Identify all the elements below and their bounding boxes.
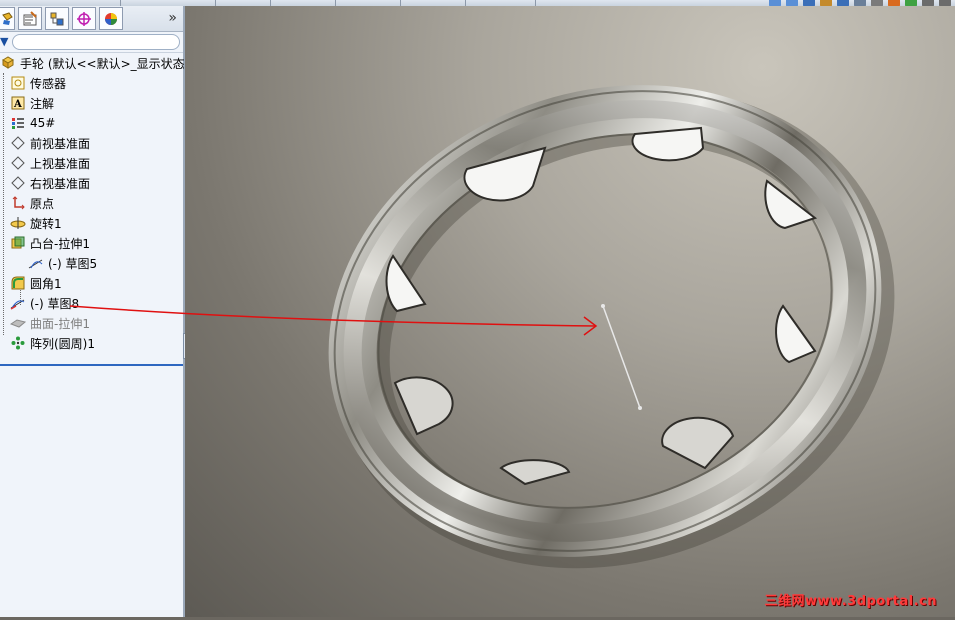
annotation-arrow bbox=[69, 305, 598, 336]
watermark-text: 三维网www.3dportal.cn bbox=[764, 594, 937, 609]
